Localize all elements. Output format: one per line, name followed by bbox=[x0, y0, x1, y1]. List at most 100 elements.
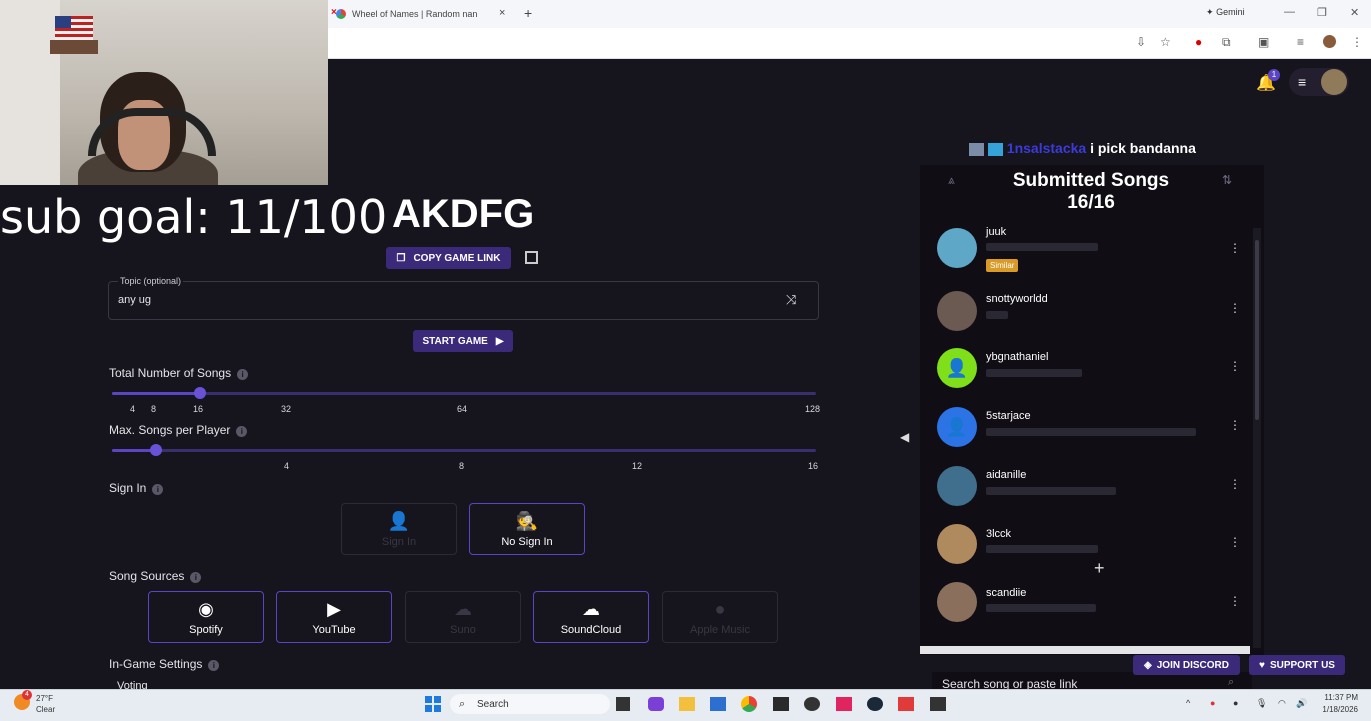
media-icon[interactable]: ≡ bbox=[1297, 35, 1304, 49]
profile-avatar[interactable] bbox=[1323, 35, 1336, 48]
more-options-icon[interactable]: ⋮ bbox=[1229, 535, 1241, 549]
total-songs-slider-fill bbox=[112, 392, 200, 395]
browser-tab[interactable]: Wheel of Names | Random nan bbox=[336, 4, 512, 24]
sign-in-option[interactable]: 👤 Sign In bbox=[341, 503, 457, 555]
new-tab-button[interactable]: + bbox=[524, 5, 532, 21]
obs-icon[interactable] bbox=[804, 697, 820, 711]
song-sources-label: Song Sources i bbox=[109, 569, 202, 583]
user-menu-button[interactable]: ≡ bbox=[1289, 68, 1349, 96]
chat-overlay: 1nsalstacka i pick bandanna bbox=[969, 140, 1196, 156]
player-row[interactable]: scandiie ⋮ bbox=[934, 580, 1244, 636]
tray-app-icon[interactable]: ● bbox=[1233, 698, 1238, 708]
wifi-icon[interactable]: ◠ bbox=[1278, 698, 1286, 709]
maximize-icon[interactable]: ❐ bbox=[1317, 6, 1327, 19]
horizontal-scrollbar[interactable] bbox=[920, 646, 1250, 654]
sign-in-label: Sign In i bbox=[109, 481, 164, 495]
taskbar-search[interactable]: ⌕ Search bbox=[450, 694, 610, 714]
close-window-icon[interactable]: ✕ bbox=[1350, 6, 1359, 19]
tiktok-icon[interactable] bbox=[836, 697, 852, 711]
text-app-icon[interactable] bbox=[898, 697, 914, 711]
discord-taskbar-icon[interactable] bbox=[648, 697, 664, 711]
store-icon[interactable] bbox=[710, 697, 726, 711]
more-options-icon[interactable]: ⋮ bbox=[1229, 477, 1241, 491]
source-suno[interactable]: ☁ Suno bbox=[405, 591, 521, 643]
song-placeholder-bar bbox=[986, 428, 1196, 436]
total-songs-slider-handle[interactable] bbox=[194, 387, 206, 399]
support-us-button[interactable]: ♥ SUPPORT US bbox=[1249, 655, 1345, 675]
join-discord-button[interactable]: ◈ JOIN DISCORD bbox=[1133, 655, 1240, 675]
sidebar-icon[interactable]: ▣ bbox=[1258, 35, 1269, 49]
gemini-button[interactable]: ✦ Gemini bbox=[1206, 7, 1245, 18]
more-options-icon[interactable]: ⋮ bbox=[1229, 301, 1241, 315]
clock-date[interactable]: 1/18/2026 bbox=[1315, 705, 1358, 714]
game-code: AKDFG bbox=[392, 192, 535, 236]
more-options-icon[interactable]: ⋮ bbox=[1229, 359, 1241, 373]
app-icon[interactable] bbox=[773, 697, 789, 711]
total-songs-slider-track[interactable] bbox=[112, 392, 816, 395]
clock-time[interactable]: 11:37 PM bbox=[1318, 693, 1358, 702]
copy-icon: ❐ bbox=[396, 252, 406, 264]
tab-close-icon[interactable]: × bbox=[331, 7, 337, 18]
info-icon[interactable]: i bbox=[236, 426, 248, 437]
scrollbar-thumb[interactable] bbox=[1255, 240, 1259, 420]
volume-icon[interactable]: 🔊 bbox=[1296, 698, 1307, 709]
qr-code-icon[interactable] bbox=[525, 251, 538, 264]
webcam-feed bbox=[0, 0, 328, 185]
topic-input[interactable] bbox=[108, 281, 819, 320]
collapse-panel-icon[interactable]: ◀ bbox=[900, 430, 909, 444]
spotify-icon: ◉ bbox=[198, 598, 214, 619]
max-songs-slider-handle[interactable] bbox=[150, 444, 162, 456]
player-row[interactable]: 👤 ybgnathaniel ⋮ bbox=[934, 346, 1244, 402]
source-apple-music[interactable]: ● Apple Music bbox=[662, 591, 778, 643]
source-youtube[interactable]: ▶ YouTube bbox=[276, 591, 392, 643]
shuffle-icon[interactable]: ⤨ bbox=[786, 292, 796, 308]
user-avatar bbox=[1321, 69, 1347, 95]
info-icon[interactable]: i bbox=[190, 572, 202, 583]
info-icon[interactable]: i bbox=[152, 484, 164, 495]
search-icon[interactable]: ⌕ bbox=[1228, 676, 1234, 689]
start-button-icon[interactable] bbox=[425, 696, 441, 712]
file-explorer-icon[interactable] bbox=[679, 697, 695, 711]
tab-close-button[interactable]: × bbox=[499, 7, 505, 19]
sort-icon[interactable]: ⇅ bbox=[1222, 173, 1232, 187]
player-row[interactable]: snottyworldd ⋮ bbox=[934, 289, 1244, 345]
max-tick-16: 16 bbox=[808, 461, 819, 471]
install-icon[interactable]: ⇩ bbox=[1136, 35, 1146, 49]
chat-badge-icon bbox=[987, 142, 1003, 156]
tray-app-icon[interactable]: ● bbox=[1210, 698, 1215, 708]
terminal-icon[interactable] bbox=[930, 697, 946, 711]
player-row[interactable]: aidanille ⋮ bbox=[934, 464, 1244, 520]
no-sign-in-option[interactable]: 🕵 No Sign In bbox=[469, 503, 585, 555]
microphone-icon[interactable]: 🎙 bbox=[1256, 698, 1267, 709]
source-soundcloud[interactable]: ☁ SoundCloud bbox=[533, 591, 649, 643]
player-row[interactable]: 3lcck ⋮ bbox=[934, 522, 1244, 578]
player-row[interactable]: juuk Similar ⋮ bbox=[934, 226, 1244, 282]
more-options-icon[interactable]: ⋮ bbox=[1229, 418, 1241, 432]
copy-game-link-button[interactable]: ❐ COPY GAME LINK bbox=[386, 247, 511, 269]
total-tick-32: 32 bbox=[281, 404, 292, 414]
steam-icon[interactable] bbox=[867, 697, 883, 711]
player-name: 5starjace bbox=[986, 410, 1031, 422]
filter-icon[interactable]: ⩓ bbox=[948, 173, 955, 188]
minimize-icon[interactable]: — bbox=[1284, 6, 1295, 18]
info-icon[interactable]: i bbox=[237, 369, 249, 380]
bookmark-star-icon[interactable]: ☆ bbox=[1160, 35, 1171, 49]
chrome-taskbar-icon[interactable] bbox=[741, 696, 757, 712]
extensions-icon[interactable]: ⧉ bbox=[1222, 35, 1231, 50]
player-row[interactable]: 👤 5starjace ⋮ bbox=[934, 405, 1244, 461]
max-songs-slider-track[interactable] bbox=[112, 449, 816, 452]
tray-chevron-icon[interactable]: ^ bbox=[1186, 698, 1190, 708]
address-bar[interactable] bbox=[328, 28, 1371, 59]
taskbar-search-label: Search bbox=[477, 699, 509, 710]
task-view-icon[interactable] bbox=[616, 697, 630, 711]
player-name: 3lcck bbox=[986, 528, 1012, 540]
song-placeholder-bar bbox=[986, 369, 1082, 377]
source-spotify[interactable]: ◉ Spotify bbox=[148, 591, 264, 643]
info-icon[interactable]: i bbox=[208, 660, 220, 671]
more-options-icon[interactable]: ⋮ bbox=[1229, 241, 1241, 255]
player-name: juuk bbox=[986, 226, 1007, 238]
more-options-icon[interactable]: ⋮ bbox=[1229, 594, 1241, 608]
start-game-button[interactable]: START GAME ▶ bbox=[413, 330, 513, 352]
opera-extension-icon[interactable]: ● bbox=[1195, 35, 1202, 49]
browser-menu-icon[interactable]: ⋮ bbox=[1351, 35, 1363, 49]
